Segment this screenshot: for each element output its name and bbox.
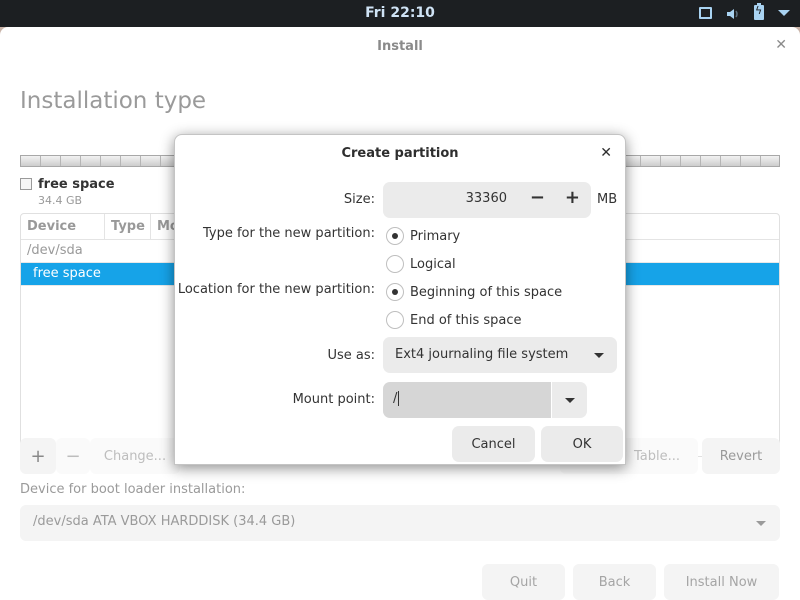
radio-checked-icon[interactable]	[386, 283, 404, 301]
cancel-button[interactable]: Cancel	[452, 426, 535, 462]
radio-unchecked-icon[interactable]	[386, 255, 404, 273]
chevron-down-icon	[594, 353, 604, 358]
increase-size-button[interactable]: +	[565, 187, 580, 208]
top-panel: Fri 22:10	[0, 0, 800, 27]
use-as-select[interactable]: Ext4 journaling file system	[383, 337, 617, 373]
dialog-close-icon[interactable]: ✕	[600, 145, 612, 161]
size-value[interactable]: 33360	[466, 191, 507, 206]
radio-label: End of this space	[410, 312, 522, 328]
bootloader-device-select[interactable]: /dev/sda ATA VBOX HARDDISK (34.4 GB)	[20, 505, 780, 541]
size-unit: MB	[597, 192, 618, 207]
bootloader-label: Device for boot loader installation:	[20, 482, 246, 497]
radio-primary[interactable]: Primary	[386, 227, 460, 245]
column-device[interactable]: Device	[21, 214, 105, 239]
column-type[interactable]: Type	[105, 214, 151, 239]
mount-point-combo[interactable]: /	[383, 382, 587, 418]
size-spinbutton[interactable]: 33360 − +	[383, 182, 591, 218]
page-title: Installation type	[20, 88, 207, 114]
chevron-down-icon	[756, 521, 766, 526]
mount-point-dropdown-button[interactable]	[552, 382, 587, 418]
back-button[interactable]: Back	[573, 564, 656, 600]
bootloader-device-value: /dev/sda ATA VBOX HARDDISK (34.4 GB)	[33, 514, 296, 529]
legend-name: free space	[38, 177, 115, 192]
battery-charging-icon[interactable]	[754, 3, 764, 20]
mount-point-value: /	[393, 391, 398, 406]
radio-unchecked-icon[interactable]	[386, 311, 404, 329]
use-as-label: Use as:	[327, 348, 375, 363]
system-tray[interactable]	[699, 3, 790, 20]
text-cursor	[398, 391, 400, 406]
ok-button[interactable]: OK	[541, 426, 623, 462]
add-partition-button[interactable]: +	[20, 438, 56, 474]
screen-icon[interactable]	[699, 6, 712, 19]
chevron-down-icon	[565, 398, 575, 403]
clock[interactable]: Fri 22:10	[0, 5, 800, 21]
mount-point-input[interactable]: /	[383, 382, 551, 418]
decrease-size-button[interactable]: −	[530, 187, 545, 208]
radio-checked-icon[interactable]	[386, 227, 404, 245]
quit-button[interactable]: Quit	[482, 564, 565, 600]
size-label: Size:	[343, 192, 375, 207]
window-close-icon[interactable]: ✕	[775, 37, 787, 53]
volume-icon[interactable]	[726, 6, 740, 20]
location-label: Location for the new partition:	[177, 282, 375, 297]
change-partition-button[interactable]: Change...	[90, 438, 180, 474]
remove-partition-button[interactable]: −	[56, 438, 90, 474]
revert-button[interactable]: Revert	[702, 438, 780, 474]
use-as-value: Ext4 journaling file system	[395, 347, 569, 362]
radio-logical[interactable]: Logical	[386, 255, 456, 273]
install-now-button[interactable]: Install Now	[664, 564, 779, 600]
dialog-title: Create partition	[341, 146, 459, 161]
mount-point-label: Mount point:	[292, 392, 375, 407]
window-title: Install	[377, 39, 423, 54]
system-menu-icon[interactable]	[778, 9, 790, 16]
radio-end[interactable]: End of this space	[386, 311, 522, 329]
type-label: Type for the new partition:	[202, 226, 375, 241]
radio-beginning[interactable]: Beginning of this space	[386, 283, 562, 301]
radio-label: Beginning of this space	[410, 284, 563, 300]
create-partition-dialog: Create partition ✕ Size: 33360 − + MB Ty…	[174, 134, 626, 465]
legend-size: 34.4 GB	[38, 194, 83, 207]
free-space-swatch	[20, 178, 32, 190]
radio-label: Logical	[410, 256, 456, 272]
radio-label: Primary	[410, 228, 461, 244]
